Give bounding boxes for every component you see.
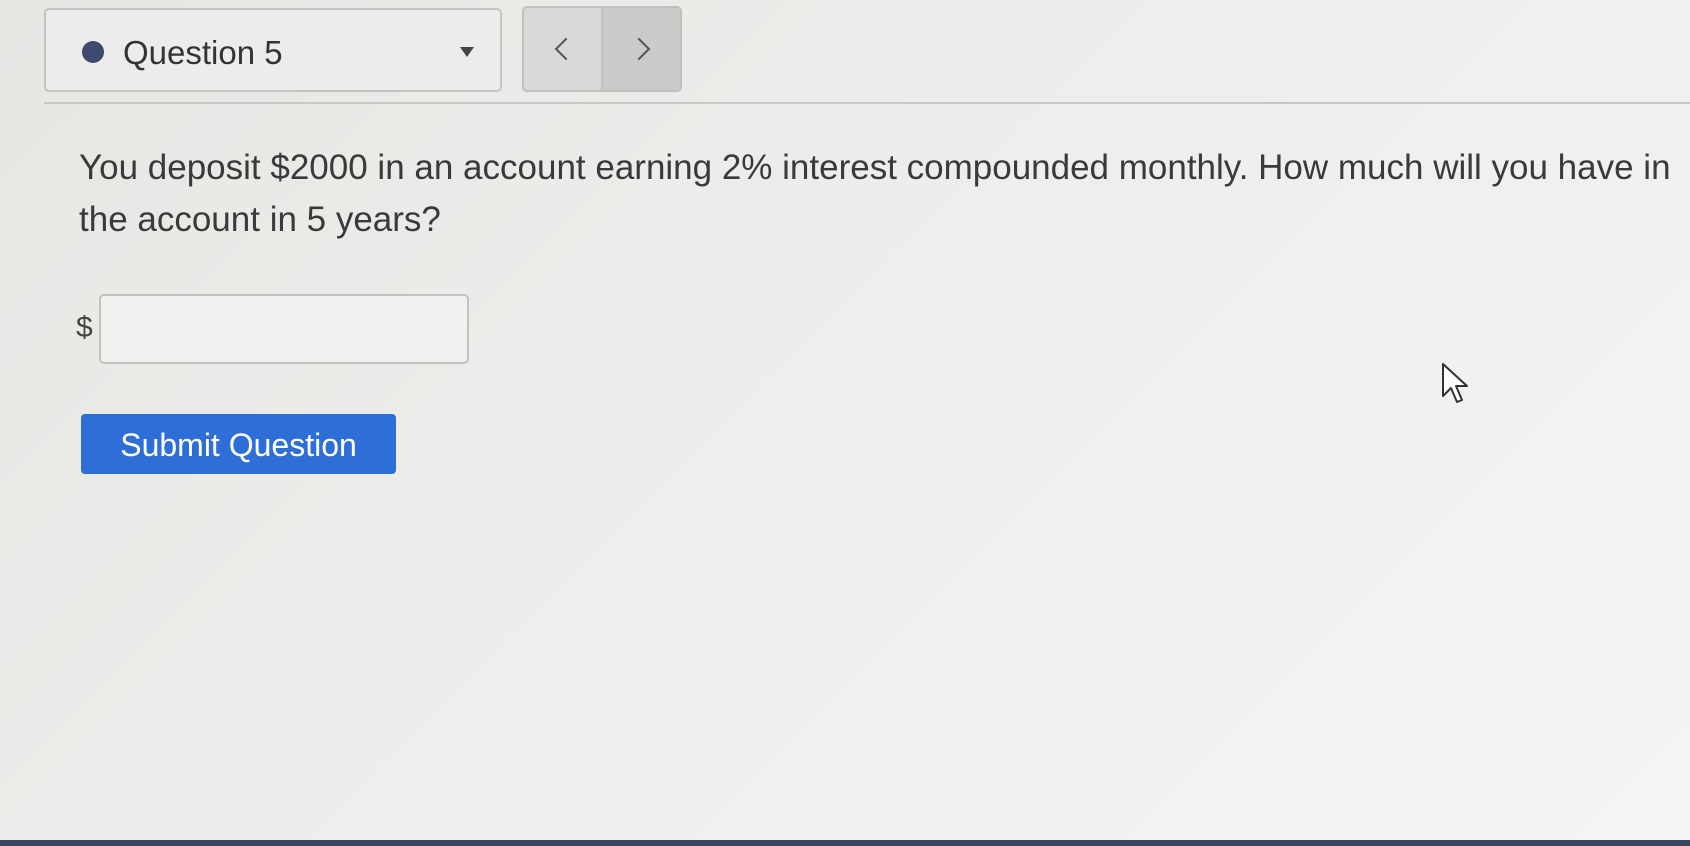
question-status-dot <box>82 41 104 63</box>
submit-question-button[interactable]: Submit Question <box>81 414 396 474</box>
question-navigation <box>522 6 682 92</box>
question-selector[interactable]: Question 5 <box>44 8 502 92</box>
previous-question-button[interactable] <box>524 8 603 90</box>
question-prompt: You deposit $2000 in an account earning … <box>79 148 1671 239</box>
answer-input[interactable] <box>99 294 469 364</box>
currency-symbol: $ <box>76 311 93 344</box>
header-divider <box>44 102 1690 104</box>
next-question-button[interactable] <box>603 8 680 90</box>
question-selector-label: Question 5 <box>123 34 283 71</box>
bottom-edge <box>0 840 1690 846</box>
mouse-cursor-icon <box>1442 363 1468 403</box>
chevron-left-icon <box>554 37 577 61</box>
caret-down-icon <box>460 47 474 57</box>
chevron-right-icon <box>627 37 650 61</box>
